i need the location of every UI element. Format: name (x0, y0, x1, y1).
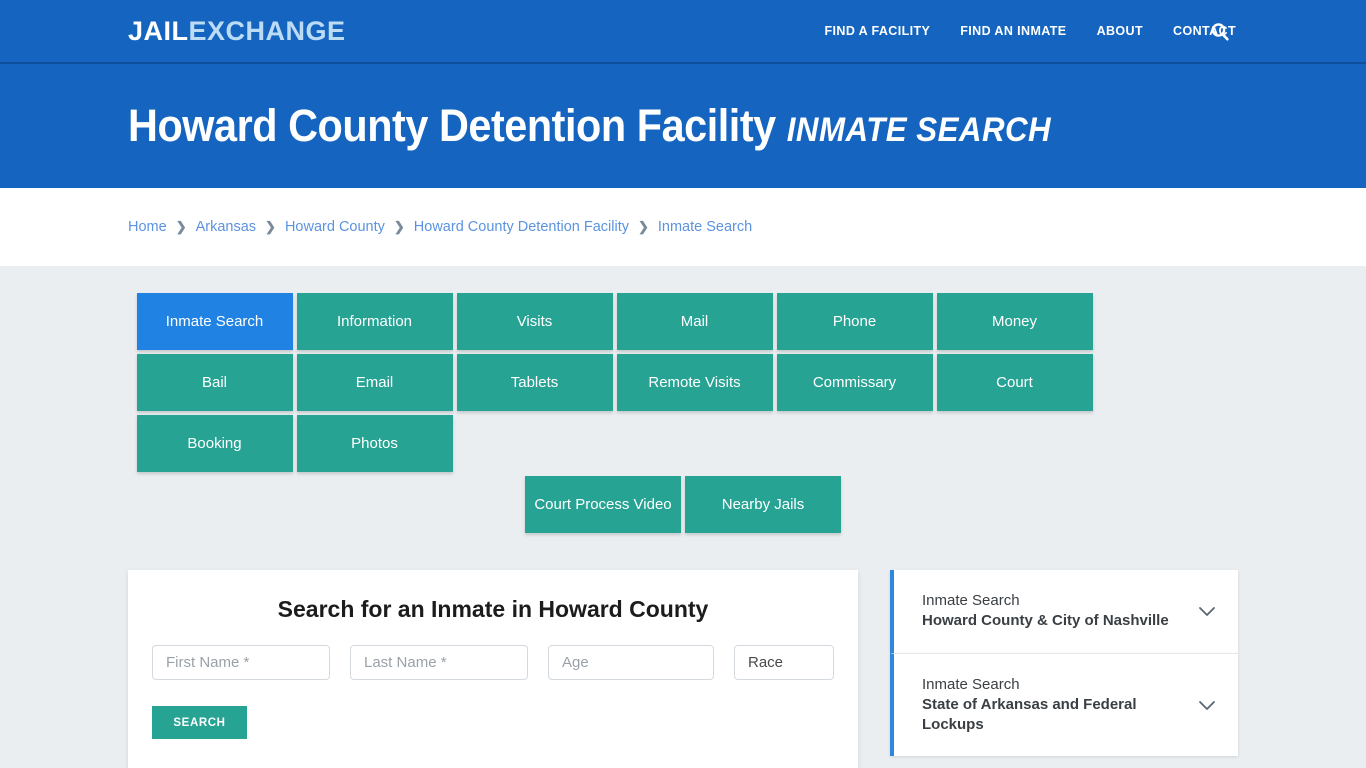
breadcrumb-item-current: Inmate Search (657, 219, 753, 235)
accordion-inmate-search-state[interactable]: Inmate Search State of Arkansas and Fede… (890, 652, 1238, 757)
age-input[interactable] (548, 645, 714, 680)
tab-photos[interactable]: Photos (296, 415, 453, 472)
search-form-heading: Search for an Inmate in Howard County (277, 596, 709, 622)
main-navigation: FIND A FACILITY FIND AN INMATE ABOUT CON… (825, 24, 1366, 38)
tab-tablets[interactable]: Tablets (456, 354, 613, 411)
page-title-facility: Howard County Detention Facility (128, 100, 776, 152)
tab-booking[interactable]: Booking (136, 415, 293, 472)
inmate-search-card: Search for an Inmate in Howard County Ra… (128, 570, 858, 768)
first-name-input[interactable] (152, 645, 330, 680)
tab-email[interactable]: Email (296, 354, 453, 411)
site-header: JAILEXCHANGE FIND A FACILITY FIND AN INM… (0, 0, 1366, 64)
accordion-inmate-search-county[interactable]: Inmate Search Howard County & City of Na… (890, 570, 1238, 653)
tab-court[interactable]: Court (936, 354, 1093, 411)
inmate-search-form: Race (152, 645, 834, 680)
breadcrumb-separator-icon: ❯ (393, 219, 405, 234)
content-columns: Search for an Inmate in Howard County Ra… (128, 570, 1238, 768)
page-title: Howard County Detention Facility INMATE S… (128, 102, 1051, 149)
accordion-label-group: Inmate Search State of Arkansas and Fede… (922, 675, 1186, 736)
right-sidebar: Inmate Search Howard County & City of Na… (890, 570, 1238, 757)
tab-remote-visits[interactable]: Remote Visits (616, 354, 773, 411)
tab-visits[interactable]: Visits (456, 293, 613, 350)
nav-item-find-an-inmate[interactable]: FIND AN INMATE (960, 24, 1066, 38)
page-body: Inmate Search Information Visits Mail Ph… (0, 266, 1366, 768)
accordion-subtitle: Howard County & City of Nashville (922, 612, 1169, 630)
logo-text-primary: JAIL (128, 15, 189, 46)
tab-nearby-jails[interactable]: Nearby Jails (685, 476, 841, 533)
breadcrumb: Home ❯ Arkansas ❯ Howard County ❯ Howard… (128, 219, 752, 235)
logo-text-secondary: EXCHANGE (188, 15, 346, 46)
page-title-band: Howard County Detention Facility INMATE S… (0, 64, 1366, 188)
breadcrumb-separator-icon: ❯ (265, 219, 276, 234)
tab-bail[interactable]: Bail (136, 354, 293, 411)
accordion-title: Inmate Search (922, 675, 1020, 693)
tab-money[interactable]: Money (936, 293, 1093, 350)
chevron-down-icon[interactable] (1196, 694, 1218, 716)
tab-inmate-search[interactable]: Inmate Search (136, 293, 293, 350)
accordion-title: Inmate Search (922, 592, 1020, 609)
accordion-subtitle: State of Arkansas and Federal Lockups (922, 695, 1137, 733)
breadcrumb-item-howard-county[interactable]: Howard County (285, 219, 385, 235)
last-name-input[interactable] (350, 645, 528, 680)
accordion-label-group: Inmate Search Howard County & City of Na… (922, 591, 1186, 632)
breadcrumb-item-home[interactable]: Home (128, 219, 167, 235)
facility-tab-grid-row3: Court Process Video Nearby Jails (137, 476, 1230, 533)
chevron-down-icon[interactable] (1196, 600, 1218, 622)
tab-information[interactable]: Information (296, 293, 453, 350)
tab-phone[interactable]: Phone (776, 293, 933, 350)
nav-item-find-a-facility[interactable]: FIND A FACILITY (825, 24, 931, 38)
left-column: Search for an Inmate in Howard County Ra… (128, 570, 858, 768)
site-logo[interactable]: JAILEXCHANGE (128, 15, 346, 46)
breadcrumb-item-facility[interactable]: Howard County Detention Facility (414, 219, 629, 235)
breadcrumb-separator-icon: ❯ (175, 219, 187, 234)
tab-mail[interactable]: Mail (616, 293, 773, 350)
page-title-section: INMATE SEARCH (786, 111, 1052, 150)
breadcrumb-separator-icon: ❯ (637, 219, 649, 234)
tab-commissary[interactable]: Commissary (776, 354, 933, 411)
search-icon[interactable] (1209, 21, 1231, 43)
race-select[interactable]: Race (734, 645, 834, 680)
breadcrumb-item-arkansas[interactable]: Arkansas (196, 219, 256, 235)
nav-item-about[interactable]: ABOUT (1097, 24, 1143, 38)
tab-court-process-video[interactable]: Court Process Video (525, 476, 681, 533)
search-button[interactable]: SEARCH (152, 706, 247, 739)
facility-tab-grid: Inmate Search Information Visits Mail Ph… (136, 293, 1230, 472)
breadcrumb-bar: Home ❯ Arkansas ❯ Howard County ❯ Howard… (0, 188, 1366, 266)
